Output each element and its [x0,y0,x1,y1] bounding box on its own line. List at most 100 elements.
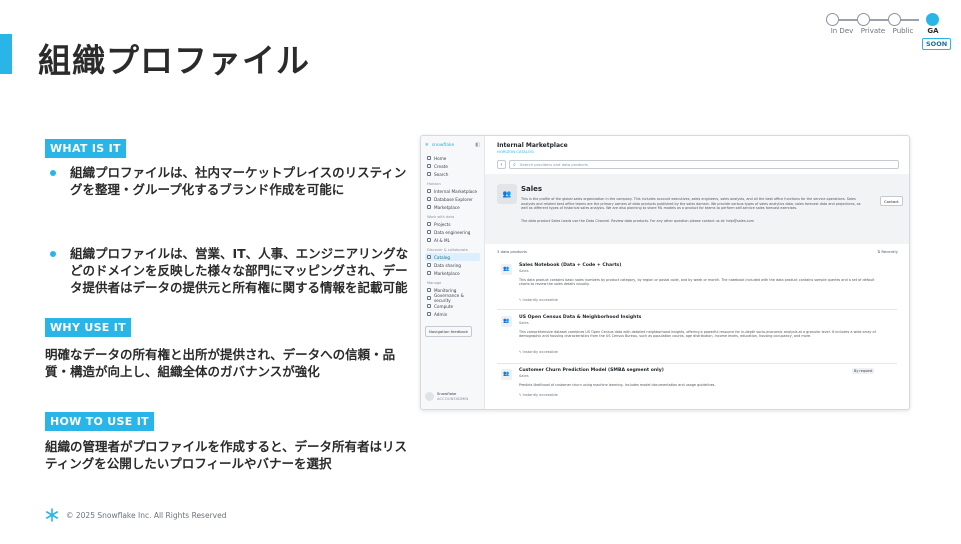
stage-connector [838,19,857,21]
search-input[interactable]: ⌕ Search providers and data products [509,160,899,169]
folder-icon [427,222,431,226]
profile-description: This is the profile of the global sales … [521,197,861,210]
product-category: Sales [519,269,529,273]
nav-governance[interactable]: Governance & security [425,293,480,303]
catalog-icon [427,255,431,259]
cloud-icon [427,304,431,308]
sort-recency-button[interactable]: ⇅ Recently [877,249,898,254]
stage-dot-in-dev [826,13,839,26]
user-menu[interactable]: Snowflake ACCOUNTADMIN [425,391,468,401]
product-screenshot: ❄ snowflake ◧ Home Create Search Horizon… [420,135,910,410]
stage-dot-private [857,13,870,26]
nav-internal-marketplace[interactable]: Internal Marketplace [425,187,480,195]
why-text: 明確なデータの所有権と出所が提供され、データへの信頼・品質・構造が向上し、組織全… [45,347,396,379]
product-description: Predicts likelihood of customer churn us… [519,383,716,387]
share-icon [427,263,431,267]
search-icon: ⌕ [513,162,516,168]
nav-label: Data engineering [434,229,471,235]
back-button[interactable]: ‹ [497,160,506,169]
stage-label-in-dev: In Dev [830,27,854,35]
contact-button[interactable]: Contact [880,196,903,206]
nav-label: AI & ML [434,237,450,243]
request-badge: By request [852,368,875,374]
nav-group-label: Horizon [427,182,441,186]
nav-group-label: Work with data [427,215,455,219]
product-description: This data product contains basic sales n… [519,278,875,287]
why-use-it-label: WHY USE IT [45,318,131,337]
nav-label: Data sharing [434,262,461,268]
people-icon: 👥 [501,369,512,380]
stage-dot-public [888,13,901,26]
people-icon: 👥 [501,316,512,327]
product-category: Sales [519,321,529,325]
slide-title: 組織プロファイル [38,41,310,80]
nav-home[interactable]: Home [425,154,480,162]
nav-group-label: Manage [427,281,442,285]
bullet-text: 組織プロファイルは、社内マーケットプレイスのリスティングを整理・グループ化するブ… [70,165,407,197]
stage-label-public: Public [892,27,914,35]
search-icon [427,172,431,176]
nav-label: Admin [434,311,448,317]
nav-label: Monitoring [434,287,457,293]
stage-label-private: Private [860,27,886,35]
sparkle-icon [427,238,431,242]
marketplace-subtitle: HORIZON CATALOG [497,149,534,154]
access-label: Instantly accessible [522,393,558,397]
nav-label: Marketplace [434,270,460,276]
org-profile-banner: 👥 Sales This is the profile of the globa… [485,174,909,244]
nav-marketplace[interactable]: Marketplace [425,203,480,211]
app-brand: ❄ snowflake ◧ [425,142,480,148]
products-count: 3 data products [497,249,527,254]
navigation-feedback-button[interactable]: Navigation feedback [425,326,473,337]
nav-data-engineering[interactable]: Data engineering [425,228,480,236]
nav-projects[interactable]: Projects [425,220,480,228]
access-label: Instantly accessible [522,350,558,354]
nav-label: Database Explorer [434,196,473,202]
copyright-text: © 2025 Snowflake Inc. All Rights Reserve… [66,510,227,520]
nav-ai-ml[interactable]: AI & ML [425,236,480,244]
access-label: Instantly accessible [522,298,558,302]
profile-name: Sales [521,185,543,193]
access-status: ϟ Instantly accessible [519,350,558,354]
stage-dot-ga [926,13,939,26]
nav-compute[interactable]: Compute [425,302,480,310]
nav-label: Internal Marketplace [434,188,478,194]
store-icon [427,189,431,193]
footer: © 2025 Snowflake Inc. All Rights Reserve… [45,508,226,522]
shield-icon [427,296,431,300]
product-name: Sales Notebook (Data + Code + Charts) [519,263,622,268]
nav-marketplace-2[interactable]: Marketplace [425,269,480,277]
marketplace-icon [427,205,431,209]
how-to-use-it-label: HOW TO USE IT [45,412,154,431]
app-main: Internal Marketplace HORIZON CATALOG ‹ ⌕… [485,136,909,409]
marketplace-title: Internal Marketplace [497,142,568,149]
nav-label: Marketplace [434,204,460,210]
access-status: ϟ Instantly accessible [519,393,558,397]
stage-connector [869,19,888,21]
nav-label: Projects [434,221,451,227]
nav-admin[interactable]: Admin [425,310,480,318]
nav-label: Governance & security [434,293,464,303]
chevron-left-icon: ‹ [500,162,503,168]
snowflake-logo-icon [45,508,58,522]
collapse-sidebar-icon[interactable]: ◧ [475,142,480,148]
snowflake-icon: ❄ [425,142,429,148]
nav-database-explorer[interactable]: Database Explorer [425,195,480,203]
nav-data-sharing[interactable]: Data sharing [425,261,480,269]
what-bullet-2: 組織プロファイルは、営業、IT、人事、エンジニアリングなどのドメインを反映した様… [50,245,410,296]
profile-note: The data product Sales Leads use the Dat… [521,219,754,223]
nav-label: Catalog [434,254,451,260]
nav-label: Search [434,171,449,177]
list-item[interactable]: 👥 Sales Notebook (Data + Code + Charts) … [497,260,897,310]
user-role: ACCOUNTADMIN [437,396,469,401]
nav-group-label: Discover & collaborate [427,248,468,252]
nav-catalog[interactable]: Catalog [425,253,480,261]
sort-label: Recently [881,249,898,254]
list-item[interactable]: 👥 US Open Census Data & Neighborhood Ins… [497,312,897,364]
nav-search[interactable]: Search [425,170,480,178]
list-item[interactable]: 👥 Customer Churn Prediction Model (SMBA … [497,365,897,409]
nav-create[interactable]: Create [425,162,480,170]
database-icon [427,197,431,201]
what-is-it-label: WHAT IS IT [45,139,126,158]
avatar [425,391,434,401]
